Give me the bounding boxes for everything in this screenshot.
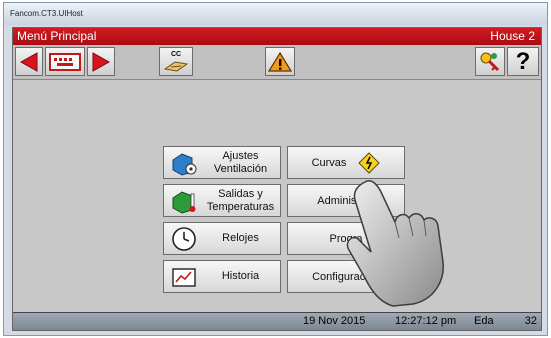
menu-outputs-button[interactable]: Salidas y Temperaturas — [163, 184, 281, 217]
menu-clocks-label: Relojes — [222, 232, 259, 244]
menu-curves-button[interactable]: Curvas — [287, 146, 405, 179]
arrow-right-icon — [92, 51, 111, 72]
help-icon: ? — [515, 47, 531, 75]
login-button[interactable] — [475, 47, 505, 76]
status-number: 32 — [524, 315, 537, 327]
back-button[interactable] — [15, 47, 43, 76]
cc-label: CC — [170, 50, 182, 58]
menu-outputs-label-2: Temperaturas — [206, 200, 275, 213]
alarm-button[interactable] — [265, 47, 295, 76]
ventilation-icon — [172, 152, 197, 176]
menu-clocks-button[interactable]: Relojes — [163, 222, 281, 255]
page-title: Menú Principal — [17, 29, 97, 43]
toolbar: CC ? — [13, 45, 541, 80]
header-bar: Menú Principal House 2 — [13, 28, 541, 45]
arrow-left-icon — [19, 51, 38, 72]
menu-history-button[interactable]: Historia — [163, 260, 281, 293]
main-screen: Menú Principal House 2 CC ? Ajustes Vent… — [12, 27, 542, 331]
window-titlebar: Fancom.CT3.UIHost — [4, 3, 547, 25]
help-button[interactable]: ? — [507, 47, 539, 76]
menu-ventilation-label-1: Ajustes — [222, 149, 259, 162]
status-bar: 19 Nov 2015 12:27:12 pm Eda 32 — [13, 312, 541, 330]
forward-button[interactable] — [87, 47, 115, 76]
menu-ventilation-button[interactable]: Ajustes Ventilación — [163, 146, 281, 179]
app-window: Fancom.CT3.UIHost Menú Principal House 2 — [3, 2, 548, 336]
cc-icon — [163, 60, 189, 72]
status-time: 12:27:12 pm — [395, 315, 457, 327]
keyboard-icon — [49, 52, 81, 71]
curve-warning-icon — [358, 151, 381, 174]
house-label: House 2 — [490, 29, 535, 43]
pointing-hand-icon — [346, 180, 444, 307]
keyboard-button[interactable] — [45, 47, 85, 76]
outputs-temperature-icon — [172, 190, 196, 214]
status-date: 19 Nov 2015 — [303, 315, 366, 327]
menu-curves-label: Curvas — [311, 156, 347, 169]
cc-button[interactable]: CC — [159, 47, 193, 76]
menu-ventilation-label-2: Ventilación — [213, 162, 268, 175]
menu-history-label: Historia — [221, 270, 260, 282]
clock-icon — [172, 226, 196, 251]
key-icon — [480, 52, 500, 71]
history-icon — [172, 267, 196, 287]
status-user: Eda — [474, 315, 494, 327]
warning-icon — [268, 51, 292, 72]
menu-outputs-label-1: Salidas y — [218, 187, 263, 200]
